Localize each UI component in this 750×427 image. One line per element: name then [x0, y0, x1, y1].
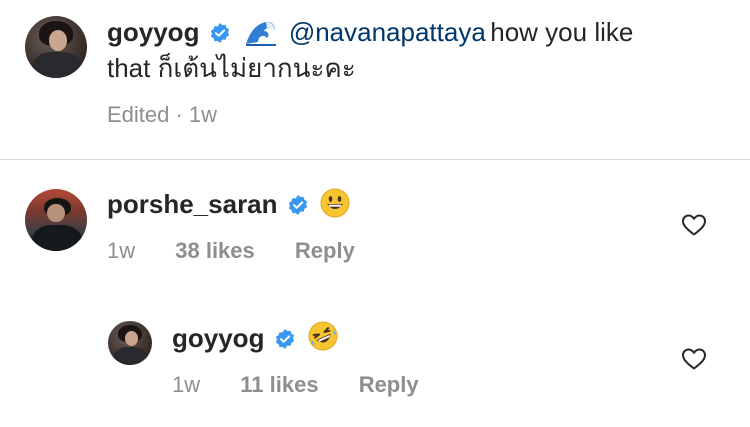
caption-text-line1: how you like — [490, 17, 634, 47]
verified-badge-icon — [275, 329, 295, 349]
verified-badge-icon — [288, 195, 308, 215]
caption-line-1: goyyog @navanapattaya how you like — [107, 14, 633, 55]
comment-2-likes[interactable]: 11 likes — [240, 372, 318, 397]
caption-meta: Edited · 1w — [107, 102, 218, 127]
divider — [0, 159, 750, 160]
grinning-face-emoji-icon — [320, 188, 350, 218]
comment-2-header: goyyog — [172, 320, 339, 361]
mention-link[interactable]: @navanapattaya — [289, 17, 486, 47]
avatar-goyyog-reply[interactable] — [108, 321, 152, 365]
comment-1-likes[interactable]: 38 likes — [175, 238, 255, 263]
caption-username[interactable]: goyyog — [107, 17, 199, 47]
avatar-porshe-saran[interactable] — [25, 189, 87, 251]
comment-1-header: porshe_saran — [107, 186, 350, 227]
caption-text-line2: that ก็เต้นไม่ยากนะคะ — [107, 53, 356, 83]
like-heart-icon[interactable] — [681, 347, 707, 371]
verified-badge-icon — [210, 23, 230, 43]
rofl-emoji-icon — [308, 321, 338, 351]
comment-2-time: 1w — [172, 372, 201, 397]
comment-1-username[interactable]: porshe_saran — [107, 189, 278, 219]
avatar-goyyog[interactable] — [25, 16, 87, 78]
comment-2-reply-button[interactable]: Reply — [359, 372, 419, 397]
comment-2-meta: 1w 11 likes Reply — [172, 371, 453, 399]
comment-1-meta: 1w 38 likes Reply — [107, 237, 389, 265]
wave-emoji-icon — [244, 18, 279, 46]
comment-1-time: 1w — [107, 238, 136, 263]
comment-1-reply-button[interactable]: Reply — [295, 238, 355, 263]
like-heart-icon[interactable] — [681, 213, 707, 237]
comment-2-username[interactable]: goyyog — [172, 323, 264, 353]
